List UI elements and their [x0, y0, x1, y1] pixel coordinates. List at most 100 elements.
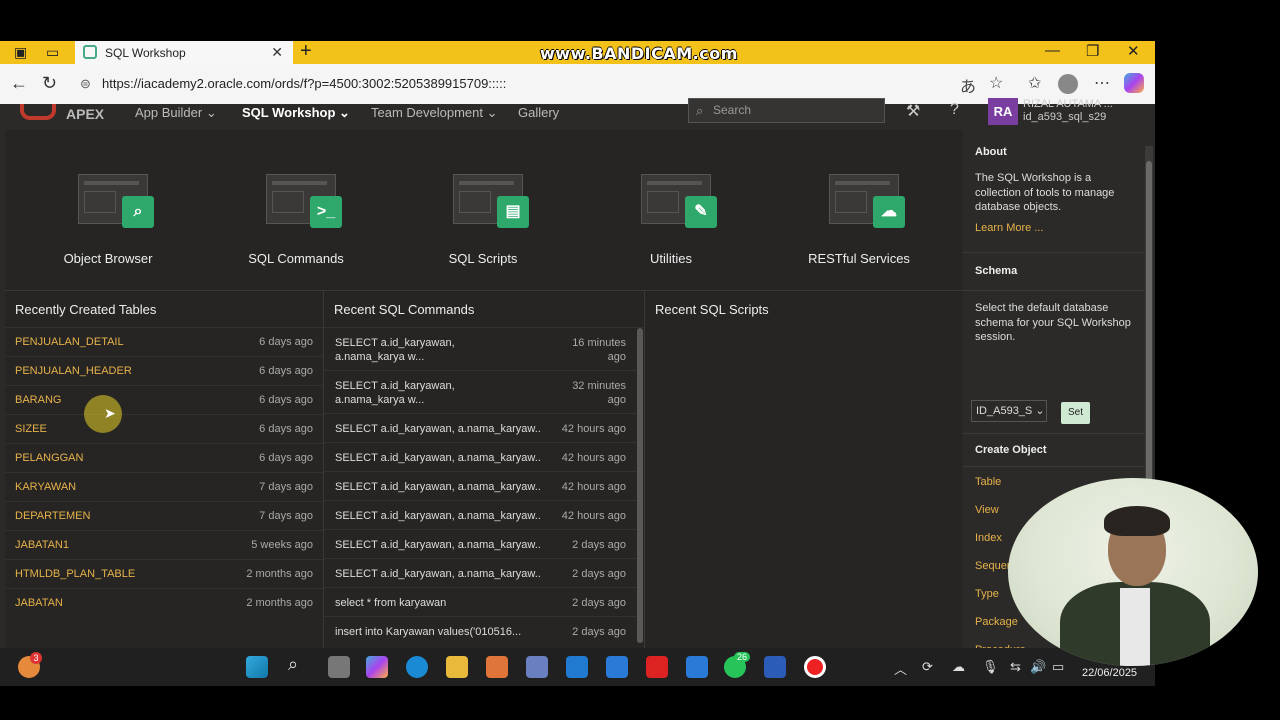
- site-info-icon[interactable]: ⊜: [80, 70, 91, 98]
- create-item-index[interactable]: Index: [975, 532, 1002, 544]
- tab-sql-workshop[interactable]: SQL Workshop ✕: [75, 41, 293, 64]
- favorites-icon[interactable]: ✩: [1028, 73, 1041, 93]
- command-text[interactable]: SELECT a.id_karyawan, a.nama_karyaw...: [335, 451, 540, 465]
- command-row[interactable]: SELECT a.id_karyawan, a.nama_karyaw... 2 …: [324, 558, 644, 587]
- volume-icon[interactable]: 🔊: [1030, 659, 1046, 675]
- sync-icon[interactable]: ⟳: [922, 659, 933, 675]
- menu-app-builder[interactable]: App Builder ⌄: [135, 105, 217, 121]
- favorite-icon[interactable]: ☆: [989, 73, 1003, 93]
- tile-sql-commands[interactable]: >_ SQL Commands: [202, 130, 390, 290]
- copilot-icon[interactable]: [1124, 73, 1144, 93]
- commands-scrollbar[interactable]: [637, 328, 643, 643]
- onedrive-icon[interactable]: ☁: [952, 659, 965, 675]
- back-icon[interactable]: ←: [10, 73, 28, 94]
- tools-icon[interactable]: ⚒: [906, 101, 920, 121]
- store-icon[interactable]: [606, 656, 628, 678]
- table-name-link[interactable]: JABATAN1: [15, 539, 69, 551]
- table-row[interactable]: PELANGGAN 6 days ago: [5, 443, 323, 472]
- close-tab-icon[interactable]: ✕: [271, 44, 283, 61]
- command-text[interactable]: insert into Karyawan values('010516...: [335, 625, 540, 639]
- set-button[interactable]: Set: [1061, 402, 1090, 424]
- menu-sql-workshop[interactable]: SQL Workshop ⌄: [242, 105, 350, 121]
- command-text[interactable]: SELECT a.id_karyawan, a.nama_karya w...: [335, 336, 525, 364]
- app-icon[interactable]: [526, 656, 548, 678]
- reload-icon[interactable]: ↻: [42, 73, 57, 94]
- profile-avatar[interactable]: [1058, 74, 1078, 94]
- command-row[interactable]: SELECT a.id_karyawan, a.nama_karyaw... 2 …: [324, 529, 644, 558]
- copilot-icon[interactable]: [366, 656, 388, 678]
- xampp-icon[interactable]: [486, 656, 508, 678]
- record-icon[interactable]: [804, 656, 826, 678]
- table-row[interactable]: DEPARTEMEN 7 days ago: [5, 501, 323, 530]
- help-icon[interactable]: ?: [950, 101, 959, 119]
- new-tab-icon[interactable]: +: [300, 41, 312, 63]
- create-item-table[interactable]: Table: [975, 476, 1001, 488]
- vscode-icon[interactable]: [566, 656, 588, 678]
- restore-icon[interactable]: ❐: [1086, 42, 1099, 60]
- table-row[interactable]: SIZEE 6 days ago: [5, 414, 323, 443]
- table-name-link[interactable]: DEPARTEMEN: [15, 510, 90, 522]
- apex-logo-icon[interactable]: [20, 104, 56, 120]
- command-text[interactable]: SELECT a.id_karyawan, a.nama_karya w...: [335, 379, 525, 407]
- table-name-link[interactable]: PELANGGAN: [15, 452, 83, 464]
- network-icon[interactable]: ⇆: [1010, 659, 1021, 675]
- command-row[interactable]: select * from karyawan 2 days ago: [324, 587, 644, 616]
- schema-select[interactable]: ID_A593_S ⌄: [971, 400, 1047, 422]
- start-icon[interactable]: [246, 656, 268, 678]
- read-aloud-icon[interactable]: あ: [960, 73, 976, 97]
- command-row[interactable]: SELECT a.id_karyawan, a.nama_karya w... 1…: [324, 327, 644, 370]
- microphone-icon[interactable]: 🎙: [982, 659, 999, 675]
- table-row[interactable]: PENJUALAN_HEADER 6 days ago: [5, 356, 323, 385]
- create-item-view[interactable]: View: [975, 504, 999, 516]
- search-input[interactable]: ⌕ Search: [688, 98, 885, 123]
- command-row[interactable]: SELECT a.id_karyawan, a.nama_karyaw... 42…: [324, 471, 644, 500]
- create-item-package[interactable]: Package: [975, 616, 1018, 628]
- tile-utilities[interactable]: ✎ Utilities: [577, 130, 765, 290]
- tab-actions-icon[interactable]: ▭: [46, 44, 59, 61]
- command-text[interactable]: SELECT a.id_karyawan, a.nama_karyaw...: [335, 538, 540, 552]
- command-text[interactable]: select * from karyawan: [335, 596, 540, 610]
- table-row[interactable]: BARANG 6 days ago: [5, 385, 323, 414]
- word-icon[interactable]: [764, 656, 786, 678]
- table-name-link[interactable]: HTMLDB_PLAN_TABLE: [15, 568, 135, 580]
- user-initials-avatar[interactable]: RA: [988, 98, 1018, 125]
- url-field[interactable]: ⊜ https://iacademy2.oracle.com/ords/f?p=…: [72, 70, 1072, 98]
- workspaces-icon[interactable]: ▣: [14, 44, 27, 61]
- command-row[interactable]: insert into Karyawan values('010516... 2 …: [324, 616, 644, 645]
- table-row[interactable]: HTMLDB_PLAN_TABLE 2 months ago: [5, 559, 323, 588]
- task-view-icon[interactable]: [328, 656, 350, 678]
- user-menu[interactable]: RIZAL AUTAMA ... id_a593_sql_s29: [1023, 98, 1113, 124]
- command-text[interactable]: SELECT a.id_karyawan, a.nama_karyaw...: [335, 509, 540, 523]
- tile-object-browser[interactable]: ⌕ Object Browser: [14, 130, 202, 290]
- more-icon[interactable]: ⋯: [1094, 73, 1110, 93]
- create-item-type[interactable]: Type: [975, 588, 999, 600]
- table-name-link[interactable]: KARYAWAN: [15, 481, 76, 493]
- todo-icon[interactable]: [686, 656, 708, 678]
- edge-icon[interactable]: [406, 656, 428, 678]
- learn-more-link[interactable]: Learn More ...: [975, 222, 1043, 234]
- tile-sql-scripts[interactable]: ▤ SQL Scripts: [389, 130, 577, 290]
- table-row[interactable]: JABATAN1 5 weeks ago: [5, 530, 323, 559]
- command-row[interactable]: SELECT a.id_karyawan, a.nama_karyaw... 42…: [324, 413, 644, 442]
- command-row[interactable]: SELECT a.id_karyawan, a.nama_karyaw... 42…: [324, 500, 644, 529]
- table-name-link[interactable]: PENJUALAN_HEADER: [15, 365, 132, 377]
- table-name-link[interactable]: SIZEE: [15, 423, 47, 435]
- command-text[interactable]: SELECT a.id_karyawan, a.nama_karyaw...: [335, 480, 540, 494]
- command-text[interactable]: SELECT a.id_karyawan, a.nama_karyaw...: [335, 422, 540, 436]
- table-name-link[interactable]: JABATAN: [15, 597, 63, 609]
- netflix-icon[interactable]: [646, 656, 668, 678]
- table-row[interactable]: PENJUALAN_DETAIL 6 days ago: [5, 327, 323, 356]
- table-name-link[interactable]: BARANG: [15, 394, 61, 406]
- table-row[interactable]: KARYAWAN 7 days ago: [5, 472, 323, 501]
- menu-gallery[interactable]: Gallery: [518, 105, 559, 120]
- menu-team-development[interactable]: Team Development ⌄: [371, 105, 498, 121]
- command-text[interactable]: SELECT a.id_karyawan, a.nama_karyaw...: [335, 567, 540, 581]
- close-window-icon[interactable]: ✕: [1127, 42, 1140, 60]
- command-row[interactable]: SELECT a.id_karyawan, a.nama_karyaw... 42…: [324, 442, 644, 471]
- apex-logo-text[interactable]: APEX: [66, 106, 104, 122]
- scrollbar-thumb[interactable]: [1146, 161, 1152, 521]
- date-text[interactable]: 22/06/2025: [1082, 667, 1137, 679]
- command-row[interactable]: SELECT a.id_karyawan, a.nama_karya w... 3…: [324, 370, 644, 413]
- table-row[interactable]: JABATAN 2 months ago: [5, 588, 323, 617]
- table-name-link[interactable]: PENJUALAN_DETAIL: [15, 336, 124, 348]
